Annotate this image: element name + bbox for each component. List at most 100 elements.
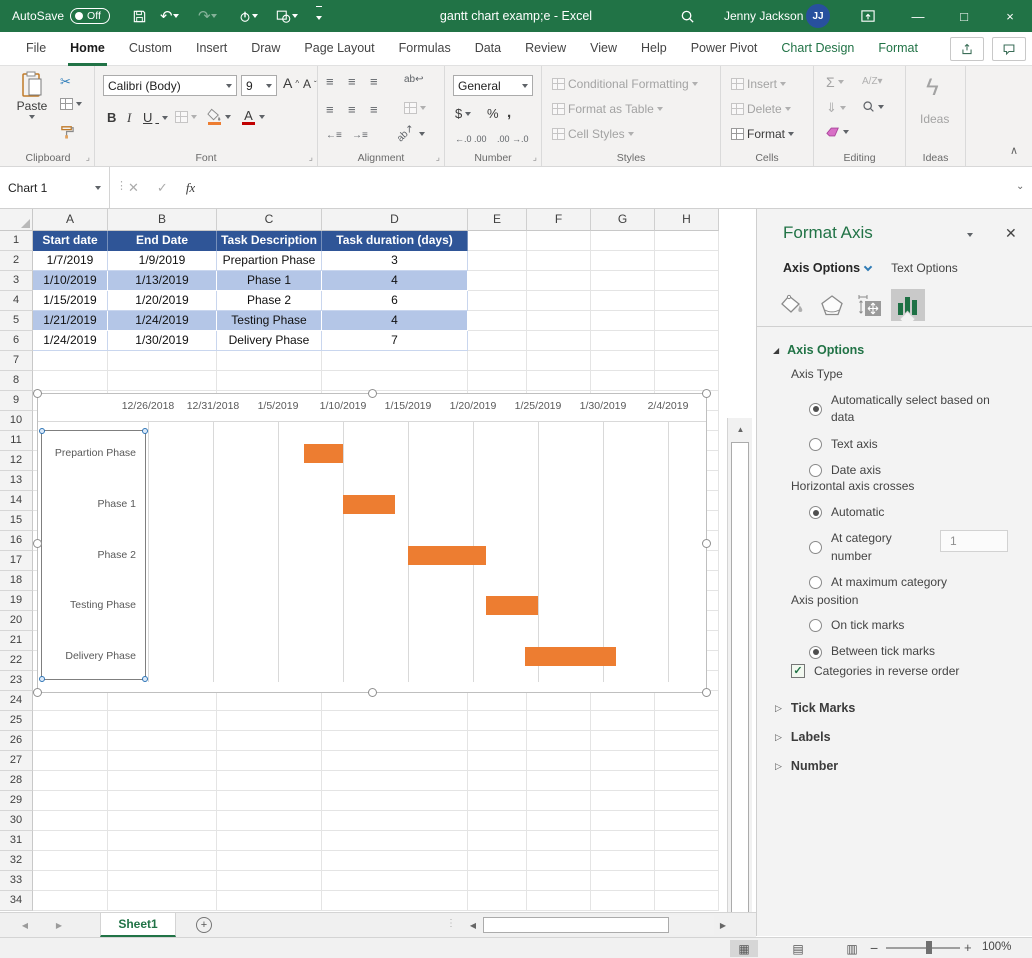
avatar[interactable]: JJ xyxy=(806,0,830,32)
pane-options-dropdown-icon[interactable] xyxy=(967,233,973,237)
copy-button[interactable] xyxy=(60,98,82,110)
table-cell[interactable]: 1/24/2019 xyxy=(33,331,108,351)
gantt-bar-testing-phase[interactable] xyxy=(486,596,538,615)
ribbon-tab-chart-design[interactable]: Chart Design xyxy=(769,32,866,66)
column-header-c[interactable]: C xyxy=(217,209,322,231)
row-header-18[interactable]: 18 xyxy=(0,571,33,591)
row-header-23[interactable]: 23 xyxy=(0,671,33,691)
row-header-34[interactable]: 34 xyxy=(0,891,33,911)
table-cell[interactable]: 4 xyxy=(322,271,468,291)
scroll-up-icon[interactable]: ▲ xyxy=(728,420,753,438)
row-header-33[interactable]: 33 xyxy=(0,871,33,891)
table-cell[interactable]: 1/7/2019 xyxy=(33,251,108,271)
normal-view-icon[interactable]: ▦ xyxy=(730,940,758,957)
bottom-align-icon[interactable]: ≡ xyxy=(370,74,378,89)
axis-handle-icon[interactable] xyxy=(39,676,45,682)
align-right-icon[interactable]: ≡ xyxy=(370,102,378,117)
section-axis-options[interactable]: ◢ Axis Options xyxy=(773,343,864,357)
row-header-30[interactable]: 30 xyxy=(0,811,33,831)
row-header-20[interactable]: 20 xyxy=(0,611,33,631)
radio-unselected-icon[interactable] xyxy=(809,438,822,451)
autosave-toggle[interactable]: AutoSave Off xyxy=(12,0,110,32)
radio-option-at-maximum-category[interactable]: At maximum category xyxy=(809,574,1022,591)
row-header-29[interactable]: 29 xyxy=(0,791,33,811)
row-header-1[interactable]: 1 xyxy=(0,231,33,251)
radio-selected-icon[interactable] xyxy=(809,506,822,519)
gantt-bar-phase-2[interactable] xyxy=(408,546,486,565)
table-header-cell[interactable]: Task duration (days) xyxy=(322,231,468,251)
radio-unselected-icon[interactable] xyxy=(809,619,822,632)
insert-function-icon[interactable]: fx xyxy=(186,180,195,196)
table-header-cell[interactable]: Task Description xyxy=(217,231,322,251)
decrease-decimal-icon[interactable]: .00 →.0 xyxy=(497,134,529,144)
vertical-scroll-thumb[interactable] xyxy=(731,442,749,958)
column-header-h[interactable]: H xyxy=(655,209,719,231)
horizontal-scrollbar[interactable] xyxy=(482,915,714,935)
font-dialog-launcher-icon[interactable]: ⌟ xyxy=(309,152,313,163)
gantt-chart[interactable]: Prepartion PhasePhase 1Phase 2Testing Ph… xyxy=(37,393,707,693)
row-header-7[interactable]: 7 xyxy=(0,351,33,371)
table-cell[interactable]: Phase 2 xyxy=(217,291,322,311)
axis-handle-icon[interactable] xyxy=(39,428,45,434)
gantt-bar-prepartion-phase[interactable] xyxy=(304,444,343,463)
increase-font-size-icon[interactable]: A^ xyxy=(283,75,299,91)
table-cell[interactable]: Prepartion Phase xyxy=(217,251,322,271)
row-header-27[interactable]: 27 xyxy=(0,751,33,771)
middle-align-icon[interactable]: ≡ xyxy=(348,74,356,89)
new-sheet-button[interactable]: + xyxy=(196,917,212,933)
ribbon-tab-help[interactable]: Help xyxy=(629,32,679,66)
merge-center-icon[interactable] xyxy=(404,102,426,114)
table-cell[interactable]: 6 xyxy=(322,291,468,311)
bold-button[interactable]: B xyxy=(107,110,116,125)
tab-text-options[interactable]: Text Options xyxy=(891,261,958,275)
gantt-bar-phase-1[interactable] xyxy=(343,495,395,514)
row-header-13[interactable]: 13 xyxy=(0,471,33,491)
radio-option-between-tick-marks[interactable]: Between tick marks xyxy=(809,643,1022,660)
row-header-14[interactable]: 14 xyxy=(0,491,33,511)
axis-handle-icon[interactable] xyxy=(142,428,148,434)
table-cell[interactable]: 4 xyxy=(322,311,468,331)
chart-resize-handle[interactable] xyxy=(702,389,711,398)
row-header-21[interactable]: 21 xyxy=(0,631,33,651)
table-cell[interactable]: 1/20/2019 xyxy=(108,291,217,311)
format-cells-button[interactable]: Format xyxy=(731,127,794,141)
chart-axis-tick-label[interactable]: 1/10/2019 xyxy=(311,400,375,412)
table-cell[interactable]: 1/10/2019 xyxy=(33,271,108,291)
chart-resize-handle[interactable] xyxy=(33,688,42,697)
select-all-corner[interactable] xyxy=(0,209,33,231)
row-header-22[interactable]: 22 xyxy=(0,651,33,671)
ribbon-tab-view[interactable]: View xyxy=(578,32,629,66)
touch-mode-button[interactable] xyxy=(238,0,258,32)
ribbon-tab-page-layout[interactable]: Page Layout xyxy=(292,32,386,66)
ribbon-tab-draw[interactable]: Draw xyxy=(239,32,292,66)
table-header-cell[interactable]: Start date xyxy=(33,231,108,251)
share-button[interactable] xyxy=(950,37,984,61)
table-cell[interactable]: Delivery Phase xyxy=(217,331,322,351)
alignment-dialog-launcher-icon[interactable]: ⌟ xyxy=(436,152,440,163)
center-icon[interactable]: ≡ xyxy=(348,102,356,117)
row-header-2[interactable]: 2 xyxy=(0,251,33,271)
wrap-text-icon[interactable]: ab↩ xyxy=(404,74,424,85)
radio-unselected-icon[interactable] xyxy=(809,541,822,554)
effects-icon[interactable] xyxy=(815,289,849,321)
next-sheet-icon[interactable]: ▶ xyxy=(50,916,68,934)
maximize-button[interactable]: □ xyxy=(944,0,984,32)
row-header-4[interactable]: 4 xyxy=(0,291,33,311)
row-header-15[interactable]: 15 xyxy=(0,511,33,531)
scroll-right-icon[interactable]: ▶ xyxy=(714,915,732,935)
chart-resize-handle[interactable] xyxy=(33,539,42,548)
spreadsheet-grid[interactable]: 1234567891011121314151617181920212223242… xyxy=(0,209,753,912)
radio-option-date-axis[interactable]: Date axis xyxy=(809,462,1022,479)
find-select-button[interactable] xyxy=(862,100,884,113)
radio-option-automatically-select-based-on-data[interactable]: Automatically select based on data xyxy=(809,392,1022,427)
font-size-combo[interactable]: 9 xyxy=(241,75,277,96)
row-header-10[interactable]: 10 xyxy=(0,411,33,431)
zoom-slider[interactable] xyxy=(886,947,960,949)
radio-option-automatic[interactable]: Automatic xyxy=(809,504,1022,521)
row-header-24[interactable]: 24 xyxy=(0,691,33,711)
table-cell[interactable]: 1/15/2019 xyxy=(33,291,108,311)
selected-axis-outline[interactable] xyxy=(41,430,146,680)
sheet-tab-sheet1[interactable]: Sheet1 xyxy=(100,913,176,937)
row-header-25[interactable]: 25 xyxy=(0,711,33,731)
save-icon[interactable] xyxy=(132,0,147,32)
